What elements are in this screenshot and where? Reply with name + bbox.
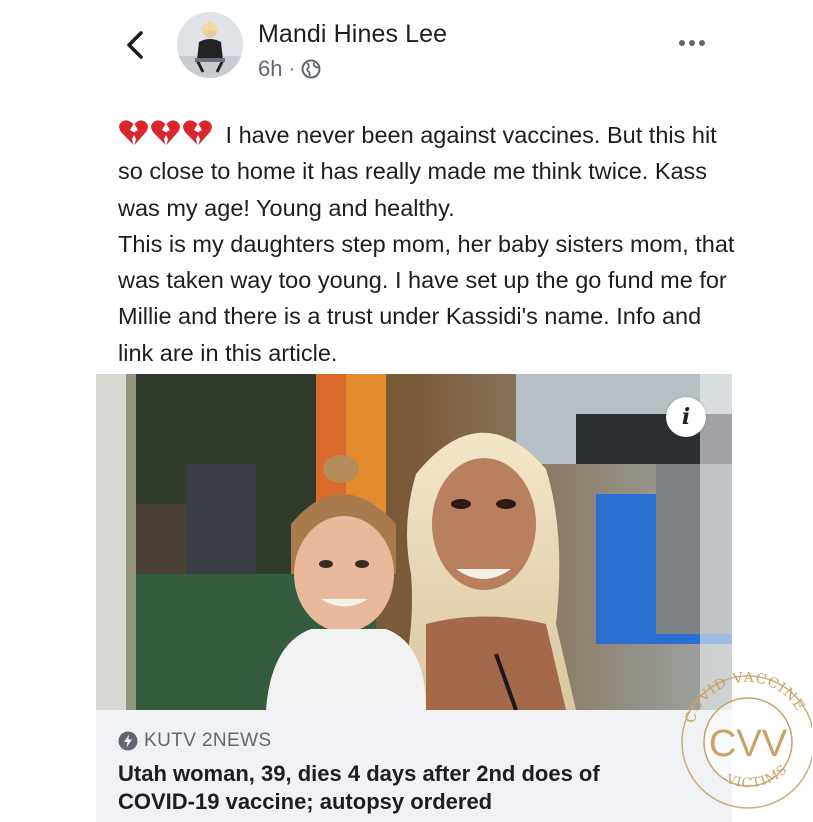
- post-text: I have never been against vaccines. But …: [118, 122, 735, 366]
- broken-heart-icon: [183, 120, 212, 145]
- link-preview-image[interactable]: [96, 374, 732, 710]
- more-options-button[interactable]: [672, 28, 712, 58]
- post-meta: 6h ·: [258, 56, 321, 82]
- link-source-name: KUTV 2NEWS: [144, 730, 272, 751]
- more-horizontal-icon: [679, 40, 685, 46]
- broken-heart-icon: [151, 120, 180, 145]
- avatar[interactable]: [177, 12, 243, 78]
- more-dot: [689, 40, 695, 46]
- lightning-icon: [118, 731, 138, 751]
- svg-text:CVV: CVV: [709, 723, 788, 765]
- link-preview-card[interactable]: KUTV 2NEWS Utah woman, 39, dies 4 days a…: [96, 710, 732, 822]
- cvv-watermark-logo: COVID VACCINE VICTIMS CVV: [678, 660, 813, 810]
- article-photo: [96, 374, 732, 710]
- profile-photo: [177, 12, 243, 78]
- meta-separator: ·: [288, 57, 296, 80]
- chevron-left-icon: [127, 31, 143, 59]
- info-button[interactable]: i: [666, 397, 706, 437]
- back-button[interactable]: [118, 28, 152, 62]
- more-dot: [699, 40, 705, 46]
- globe-icon: [301, 59, 321, 79]
- post-body: I have never been against vaccines. But …: [118, 117, 738, 371]
- broken-heart-emojis: [118, 119, 213, 147]
- link-title[interactable]: Utah woman, 39, dies 4 days after 2nd do…: [118, 760, 678, 816]
- broken-heart-icon: [119, 120, 148, 145]
- link-source: KUTV 2NEWS: [118, 730, 272, 752]
- timestamp[interactable]: 6h: [258, 56, 282, 82]
- author-name[interactable]: Mandi Hines Lee: [258, 20, 447, 49]
